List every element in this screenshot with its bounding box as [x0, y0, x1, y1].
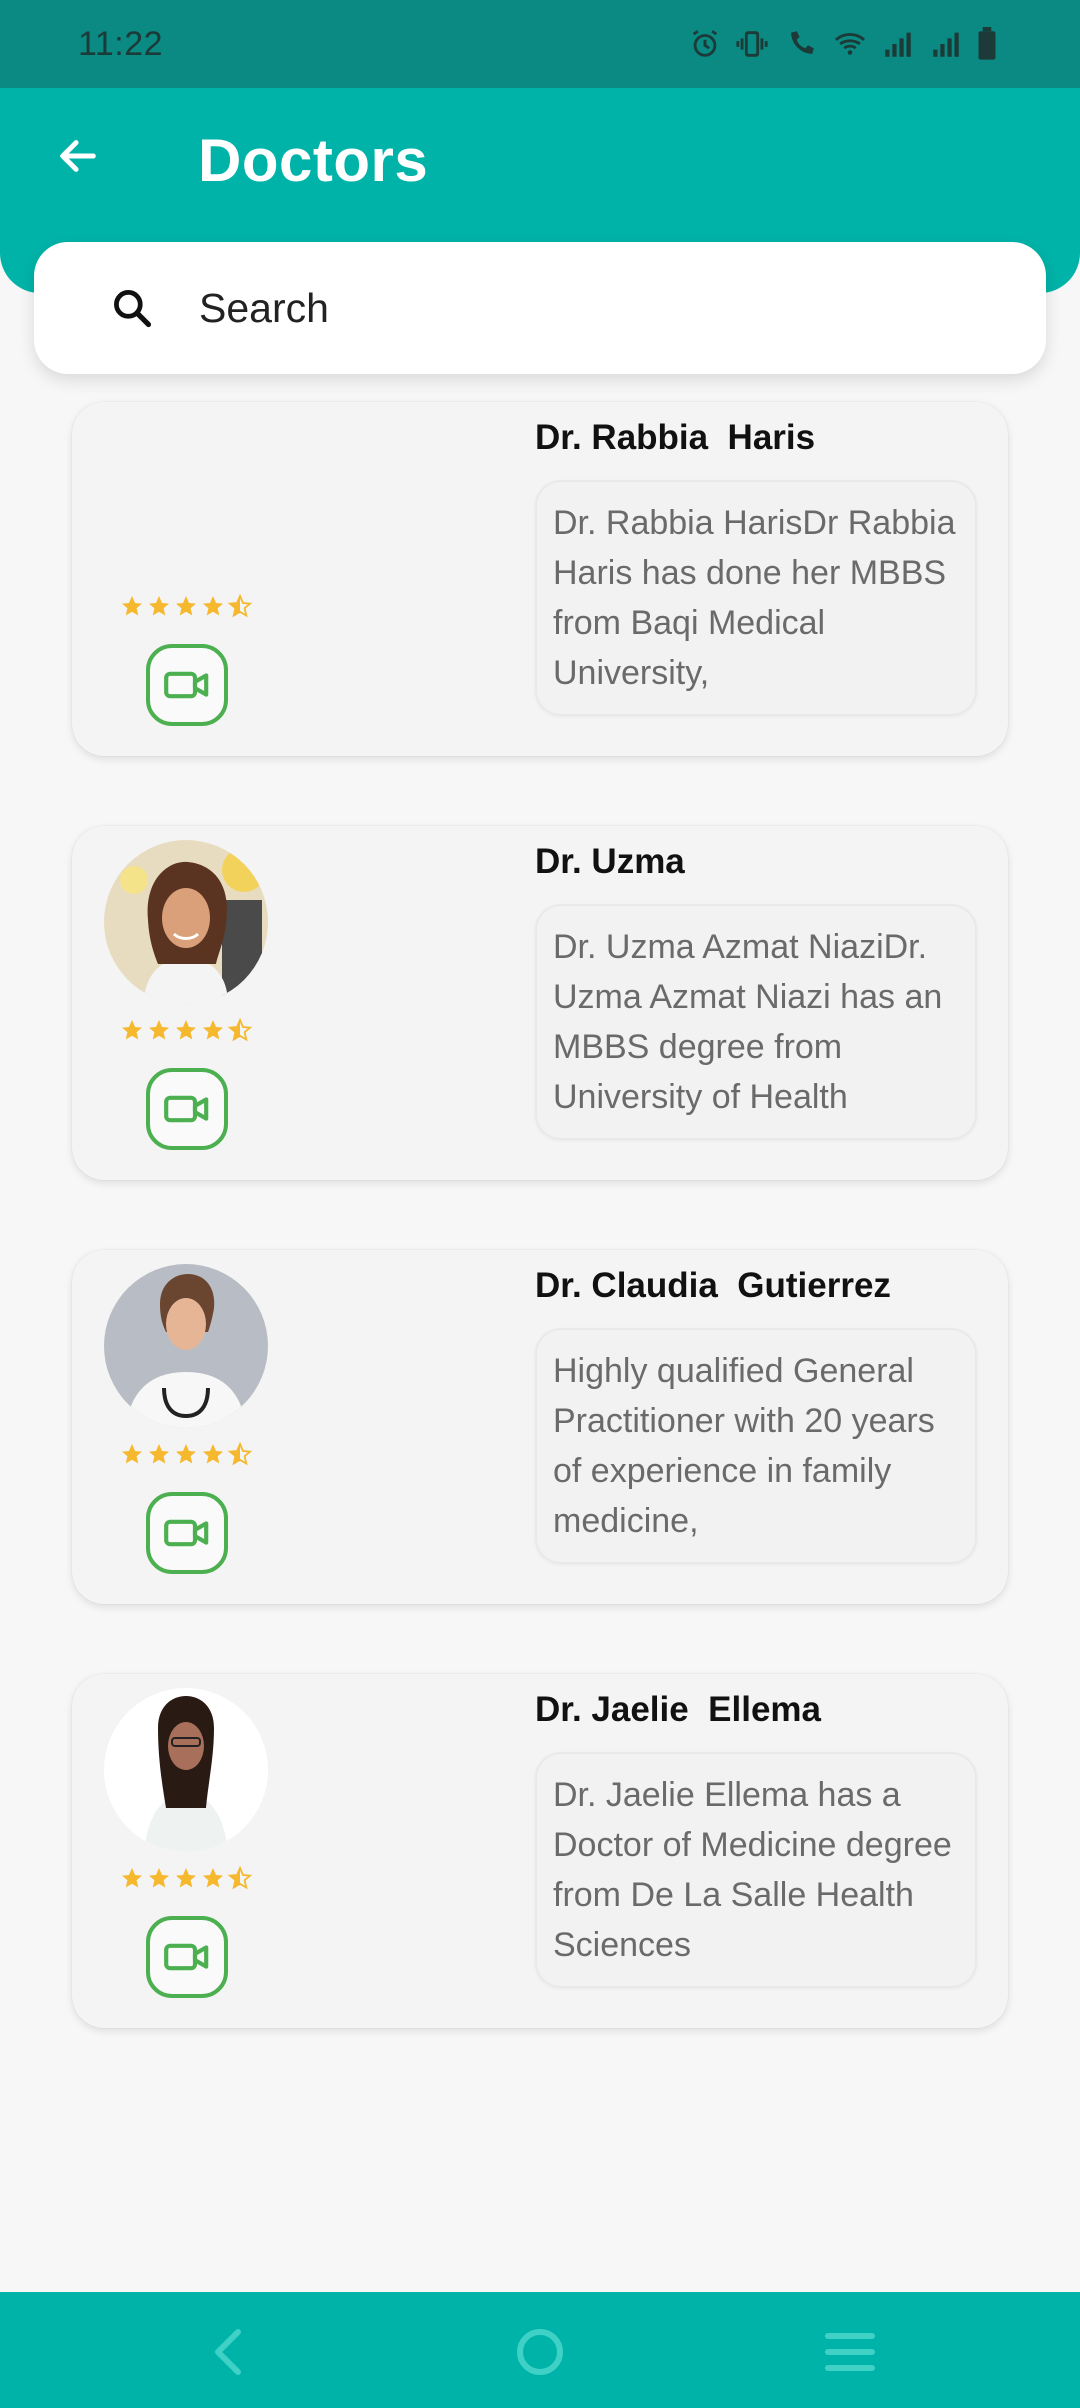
signal-2-icon [933, 32, 959, 57]
nav-back-icon [215, 2329, 241, 2375]
nav-home-icon [517, 2329, 563, 2375]
doctor-card[interactable]: Dr. Claudia Gutierrez Highly qualified G… [72, 1250, 1008, 1604]
doctor-description: Dr. Jaelie Ellema has a Doctor of Medici… [535, 1752, 977, 1988]
page-title: Doctors [198, 127, 429, 194]
search-input[interactable] [199, 278, 999, 338]
video-camera-icon [164, 671, 209, 699]
signal-icon [885, 32, 911, 57]
star-icon [203, 1868, 223, 1888]
alarm-icon [692, 30, 718, 57]
rating-stars [120, 594, 252, 618]
wifi-call-icon [791, 31, 814, 54]
star-half-icon [228, 1866, 252, 1890]
doctor-card[interactable]: Dr. Rabbia Haris Dr. Rabbia HarisDr Rabb… [72, 402, 1008, 756]
doctor-avatar [104, 1264, 268, 1428]
battery-icon [978, 27, 996, 60]
nav-home-button[interactable] [508, 2320, 572, 2384]
star-icon [149, 1444, 169, 1464]
status-time: 11:22 [78, 24, 164, 63]
doctor-description: Dr. Uzma Azmat NiaziDr. Uzma Azmat Niazi… [535, 904, 977, 1140]
rating-stars [120, 1442, 252, 1466]
search-icon [114, 290, 152, 328]
star-icon [149, 1868, 169, 1888]
doctor-name: Dr. Rabbia Haris [535, 418, 816, 457]
star-icon [122, 1444, 142, 1464]
doctor-name: Dr. Jaelie Ellema [535, 1690, 822, 1729]
star-icon [176, 1444, 196, 1464]
doctor-name: Dr. Uzma [535, 842, 685, 881]
doctor-name: Dr. Claudia Gutierrez [535, 1266, 891, 1305]
doctor-description: Dr. Rabbia HarisDr Rabbia Haris has done… [535, 480, 977, 716]
doctor-card[interactable]: Dr. Uzma Dr. Uzma Azmat NiaziDr. Uzma Az… [72, 826, 1008, 1180]
star-icon [203, 1444, 223, 1464]
search-bar[interactable] [34, 242, 1046, 374]
doctor-avatar [104, 840, 268, 1004]
video-camera-icon [164, 1095, 209, 1123]
doctor-avatar-empty [104, 416, 268, 580]
doctor-description: Highly qualified General Practitioner wi… [535, 1328, 977, 1564]
rating-stars [120, 1018, 252, 1042]
video-camera-icon [164, 1943, 209, 1971]
rating-stars [120, 1866, 252, 1890]
nav-back-button[interactable] [196, 2320, 260, 2384]
video-call-button[interactable] [146, 1916, 228, 1998]
star-icon [149, 1020, 169, 1040]
video-camera-icon [164, 1519, 209, 1547]
star-icon [176, 1868, 196, 1888]
star-half-icon [228, 1018, 252, 1042]
video-call-button[interactable] [146, 644, 228, 726]
star-icon [203, 1020, 223, 1040]
star-half-icon [228, 594, 252, 618]
system-nav-bar [0, 2292, 1080, 2408]
star-icon [122, 596, 142, 616]
status-icons [688, 27, 998, 61]
star-icon [149, 596, 169, 616]
doctor-avatar [104, 1688, 268, 1852]
doctor-card[interactable]: Dr. Jaelie Ellema Dr. Jaelie Ellema has … [72, 1674, 1008, 2028]
nav-menu-icon [825, 2333, 875, 2371]
back-button[interactable] [50, 128, 106, 184]
arrow-left-icon [60, 140, 96, 172]
star-icon [122, 1868, 142, 1888]
vibrate-icon [736, 31, 768, 57]
star-half-icon [228, 1442, 252, 1466]
video-call-button[interactable] [146, 1068, 228, 1150]
nav-menu-button[interactable] [818, 2320, 882, 2384]
star-icon [176, 596, 196, 616]
video-call-button[interactable] [146, 1492, 228, 1574]
star-icon [203, 596, 223, 616]
wifi-icon [834, 33, 866, 55]
star-icon [122, 1020, 142, 1040]
star-icon [176, 1020, 196, 1040]
status-bar: 11:22 [0, 0, 1080, 88]
